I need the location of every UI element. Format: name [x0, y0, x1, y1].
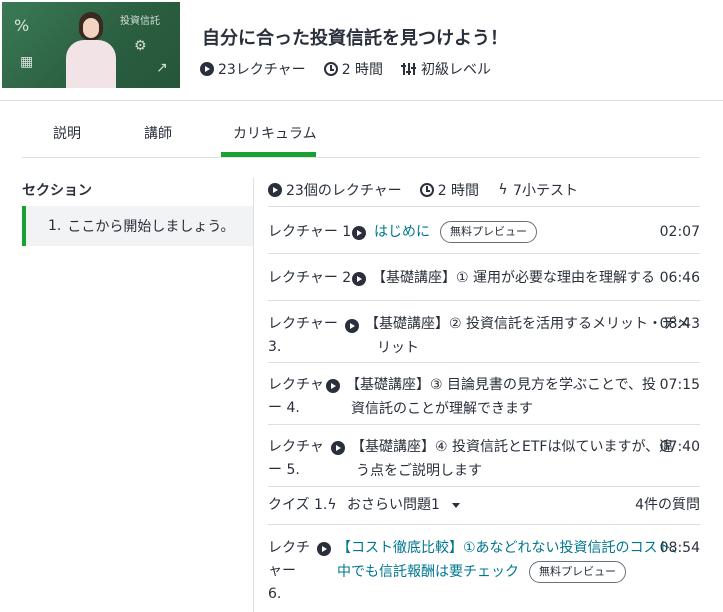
- thumbnail-chalk-text: 投資信託: [120, 16, 160, 27]
- play-circle-icon: [326, 379, 340, 393]
- section-label: ここから開始しましょう。: [67, 219, 235, 235]
- summary-quizzes: ϟ 7小テスト: [497, 180, 578, 200]
- lecture-duration: 08:43: [659, 316, 700, 332]
- meta-level-text: 初級レベル: [421, 62, 492, 78]
- lecture-title[interactable]: はじめに: [374, 224, 430, 240]
- quiz-row[interactable]: クイズ 1. ϟ おさらい問題1 4件の質問: [268, 486, 700, 524]
- section-number: 1.: [48, 218, 62, 234]
- lecture-label: レクチャー 1.: [268, 224, 356, 240]
- lightning-icon: ϟ: [327, 497, 337, 513]
- lecture-row[interactable]: レクチャー 4. 【基礎講座】③ 目論見書の見方を学ぶことで、投 資信託のことが理…: [268, 362, 700, 424]
- meta-lectures-text: 23レクチャー: [218, 62, 306, 78]
- quiz-label: クイズ 1.: [268, 497, 328, 513]
- lecture-row[interactable]: レクチャー 1. はじめに 無料プレビュー 02:07: [268, 206, 700, 253]
- meta-lectures: 23レクチャー: [200, 59, 306, 79]
- lecture-title[interactable]: 【基礎講座】② 投資信託を活用するメリット・デメ リット: [365, 312, 690, 360]
- lecture-title-link[interactable]: 【コスト徹底比較】①あなどれない投資信託のコスト、 中でも信託報酬は要チェック 無料…: [337, 536, 685, 584]
- lecture-row[interactable]: レクチャー 5. 【基礎講座】④ 投資信託とETFは似ていますが、違 う点をご説明…: [268, 424, 700, 486]
- lecture-duration: 02:07: [659, 224, 700, 240]
- active-tab-indicator: [221, 152, 316, 157]
- lecture-duration: 06:46: [659, 270, 700, 286]
- lecture-row[interactable]: レクチャー 2. 【基礎講座】① 運用が必要な理由を理解する 06:46: [268, 253, 700, 300]
- play-circle-icon: [317, 542, 331, 556]
- course-meta: 23レクチャー 2 時間 初級レベル: [200, 59, 491, 79]
- chalk-gear-icon: ⚙: [134, 38, 147, 54]
- sidebar-item-section-1[interactable]: 1. ここから開始しましょう。: [22, 206, 253, 246]
- course-header: 投資信託 % ⚙ ↗ ▦ 自分に合った投資信託を見つけよう！ 23レクチャー 2…: [0, 0, 723, 101]
- course-tabs: 説明 講師 カリキュラム: [22, 101, 700, 158]
- play-circle-icon: [352, 226, 366, 240]
- play-circle-icon: [345, 319, 359, 333]
- play-circle-icon: [352, 272, 366, 286]
- lecture-duration: 07:15: [659, 377, 700, 393]
- clock-icon: [419, 183, 434, 197]
- tab-instructor[interactable]: 講師: [144, 123, 172, 143]
- clock-icon: [323, 62, 338, 76]
- meta-duration-text: 2 時間: [341, 62, 384, 78]
- column-divider: [253, 178, 254, 612]
- free-preview-badge[interactable]: 無料プレビュー: [529, 561, 626, 583]
- section-heading: セクション: [22, 183, 92, 199]
- free-preview-badge[interactable]: 無料プレビュー: [440, 221, 537, 243]
- summary-duration-text: 2 時間: [437, 183, 480, 199]
- lecture-title[interactable]: 【基礎講座】③ 目論見書の見方を学ぶことで、投 資信託のことが理解できます: [346, 373, 656, 421]
- chalk-calculator-icon: ▦: [20, 54, 34, 70]
- level-sliders-icon: [401, 62, 417, 76]
- meta-duration: 2 時間: [323, 59, 384, 79]
- chalk-chart-icon: ↗: [156, 60, 168, 76]
- tab-curriculum[interactable]: カリキュラム: [233, 123, 317, 143]
- summary-lectures: 23個のレクチャー: [268, 180, 402, 200]
- instructor-photo: [64, 8, 118, 88]
- lecture-title[interactable]: 【基礎講座】① 運用が必要な理由を理解する: [372, 266, 655, 290]
- lightning-icon: ϟ: [498, 182, 508, 198]
- play-circle-icon: [200, 62, 214, 76]
- chevron-down-icon[interactable]: [451, 502, 460, 508]
- quiz-question-count: 4件の質問: [635, 497, 700, 513]
- summary-duration: 2 時間: [419, 180, 480, 200]
- summary-lectures-text: 23個のレクチャー: [286, 183, 402, 199]
- lecture-title-link[interactable]: はじめに 無料プレビュー: [374, 220, 537, 244]
- lecture-label: レクチ ャー 6.: [268, 540, 310, 602]
- curriculum-summary: 23個のレクチャー 2 時間 ϟ 7小テスト: [268, 180, 578, 200]
- lecture-label: レクチャー 5.: [268, 439, 324, 478]
- course-title: 自分に合った投資信託を見つけよう！: [202, 28, 508, 49]
- lecture-duration: 07:40: [659, 439, 700, 455]
- play-circle-icon: [331, 441, 345, 455]
- course-thumbnail[interactable]: 投資信託 % ⚙ ↗ ▦: [2, 2, 180, 88]
- lecture-list: レクチャー 1. はじめに 無料プレビュー 02:07 レクチャー 2. 【基礎講…: [268, 206, 700, 602]
- lecture-title[interactable]: 【基礎講座】④ 投資信託とETFは似ていますが、違 う点をご説明します: [351, 435, 673, 483]
- lecture-label: レクチャー 2.: [268, 270, 356, 286]
- lecture-row[interactable]: レクチャー 3. 【基礎講座】② 投資信託を活用するメリット・デメ リット 08:4…: [268, 300, 700, 362]
- chalk-percent-icon: %: [14, 16, 30, 35]
- tab-description[interactable]: 説明: [53, 123, 81, 143]
- quiz-title[interactable]: おさらい問題1: [347, 493, 460, 517]
- meta-level: 初級レベル: [401, 59, 491, 79]
- summary-quizzes-text: 7小テスト: [513, 183, 578, 199]
- lecture-row[interactable]: レクチ ャー 6. 【コスト徹底比較】①あなどれない投資信託のコスト、 中でも信託報酬…: [268, 524, 700, 602]
- lecture-duration: 08:54: [659, 540, 700, 556]
- lecture-label: レクチャー 4.: [268, 377, 324, 416]
- play-circle-icon: [268, 183, 282, 197]
- lecture-label: レクチャー 3.: [268, 316, 338, 355]
